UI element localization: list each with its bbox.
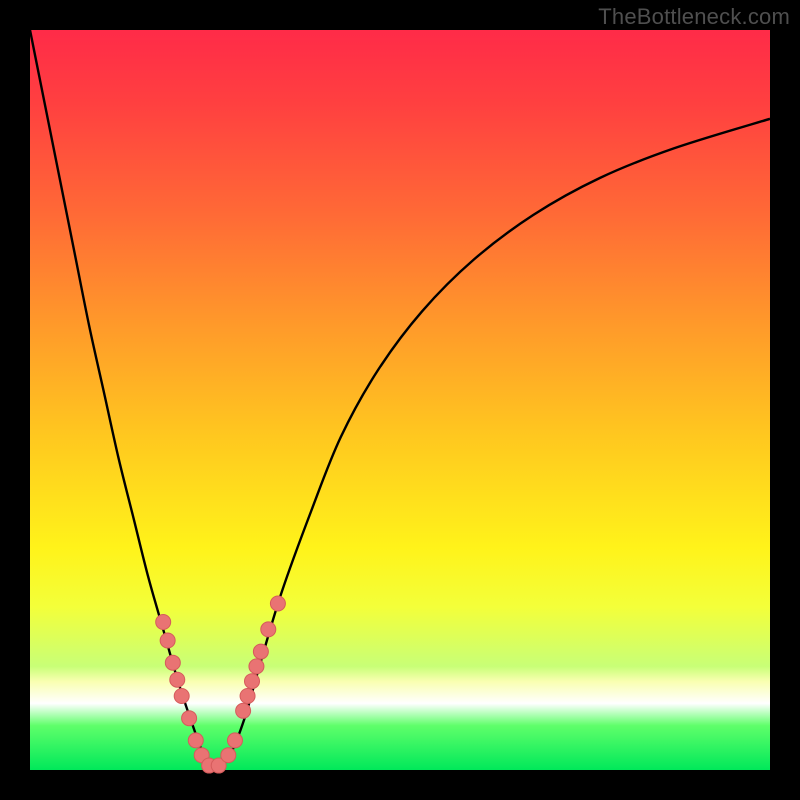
data-marker [245,674,260,689]
chart-svg [30,30,770,770]
data-marker [270,596,285,611]
data-marker [240,689,255,704]
data-marker [170,672,185,687]
data-marker [249,659,264,674]
data-marker [188,733,203,748]
marker-layer [156,596,286,773]
data-marker [174,689,189,704]
data-marker [160,633,175,648]
data-marker [156,615,171,630]
data-marker [261,622,276,637]
data-marker [236,703,251,718]
data-marker [253,644,268,659]
data-marker [165,655,180,670]
data-marker [221,748,236,763]
watermark-text: TheBottleneck.com [598,4,790,30]
data-marker [182,711,197,726]
chart-frame: TheBottleneck.com [0,0,800,800]
chart-plot-area [30,30,770,770]
data-marker [227,733,242,748]
bottleneck-curve [30,30,770,770]
